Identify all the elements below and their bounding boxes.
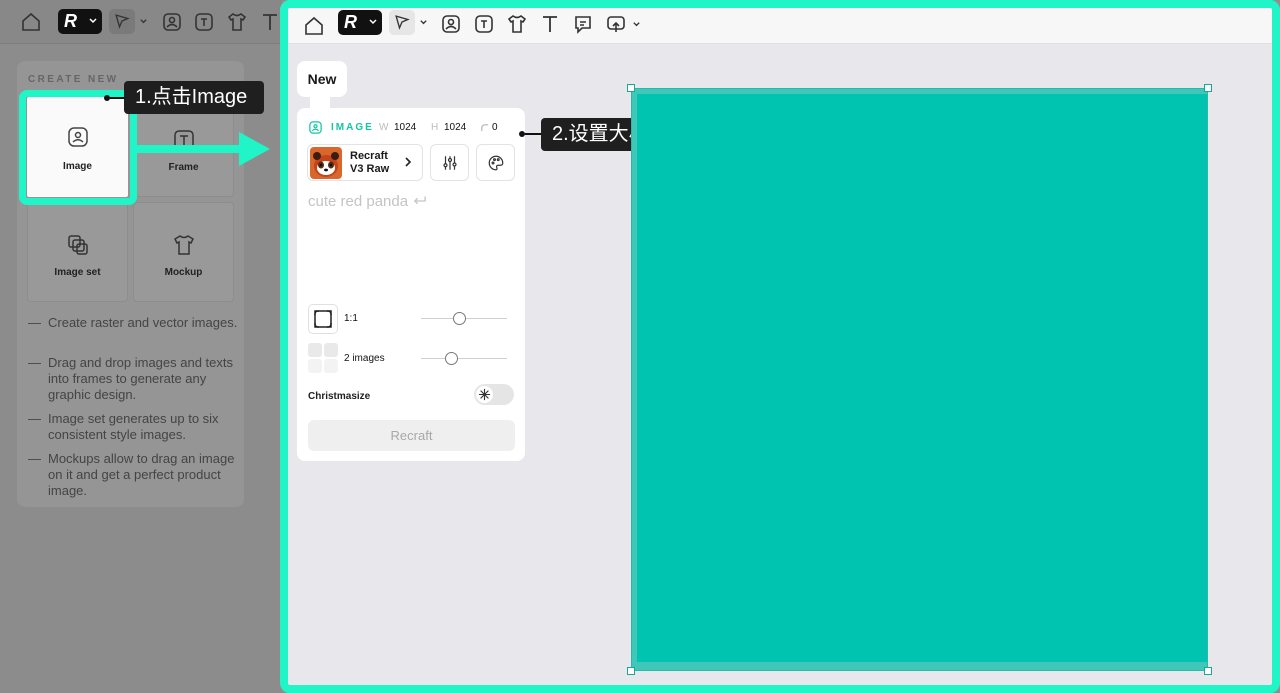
text-icon[interactable] [538,12,562,36]
toggle-knob [476,386,493,403]
callout-pointer-line [525,133,542,135]
christmasize-label: Christmasize [308,391,371,402]
chevron-down-icon[interactable] [632,20,641,29]
frame-icon[interactable] [192,10,216,34]
image-count-icon [308,343,338,373]
corner-radius-icon [481,124,489,132]
selection-box [631,88,1208,671]
image-tile[interactable]: Image [27,97,128,197]
slider-knob[interactable] [453,312,467,325]
mockup-icon[interactable] [505,12,529,36]
arrow-shaft [135,145,245,153]
corner-radius-input[interactable]: 0 [492,122,498,133]
height-input[interactable]: 1024 [444,122,466,133]
image-count-label: 2 images [344,353,385,364]
image-set-icon [68,235,88,255]
create-new-header: CREATE NEW [28,74,119,85]
prompt-placeholder: cute red panda [308,193,409,210]
right-app-frame: R New IMAGE W 1024 H 1024 0 Recraft V3 R… [280,0,1280,693]
chevron-down-icon[interactable] [419,18,428,27]
resize-handle[interactable] [627,84,635,92]
christmasize-toggle[interactable] [474,384,514,405]
logo-letter: R [64,11,77,31]
tip-dash: — [28,451,41,466]
frame-icon[interactable] [472,12,496,36]
logo-menu-button[interactable]: R [338,10,382,35]
comment-icon[interactable] [571,12,595,36]
pointer-tool-button[interactable] [389,10,415,35]
home-icon[interactable] [19,10,43,34]
palette-icon [488,155,504,171]
top-toolbar: R [288,8,1272,44]
image-generator-panel: IMAGE W 1024 H 1024 0 Recraft V3 Raw cut… [297,108,525,461]
home-icon[interactable] [302,14,326,38]
image-settings-row: IMAGE W 1024 H 1024 0 [308,120,518,136]
mockup-icon[interactable] [225,10,249,34]
image-icon [68,127,88,147]
model-selector-button[interactable]: Recraft V3 Raw [307,144,423,181]
aspect-ratio-slider[interactable] [421,312,507,325]
recraft-button[interactable]: Recraft [308,420,515,451]
mockup-tile-label: Mockup [164,267,203,278]
new-tab[interactable]: New [297,61,347,97]
callout-pointer-line [110,97,124,99]
export-icon[interactable] [604,12,628,36]
image-icon [309,121,322,134]
text-icon[interactable] [258,10,282,34]
logo-letter: R [344,12,357,32]
aspect-ratio-icon[interactable] [308,304,338,334]
aspect-ratio-label: 1:1 [344,313,358,324]
tip-dash: — [28,315,41,330]
settings-sliders-button[interactable] [430,144,469,181]
width-input[interactable]: 1024 [394,122,416,133]
height-label: H [431,122,439,133]
image-set-tile-label: Image set [54,267,101,278]
image-set-tile[interactable]: Image set [27,202,128,302]
tip-text: Drag and drop images and texts into fram… [48,355,233,402]
pointer-tool-button[interactable] [109,9,135,34]
model-name: Recraft V3 Raw [350,150,390,175]
resize-handle[interactable] [627,667,635,675]
tshirt-icon [174,235,194,255]
style-palette-button[interactable] [476,144,515,181]
width-label: W [379,122,389,133]
enter-icon [414,196,427,205]
image-type-label: IMAGE [331,122,374,133]
red-panda-thumbnail [310,147,342,179]
logo-menu-button[interactable]: R [58,9,102,34]
slider-knob[interactable] [444,352,458,365]
image-count-slider[interactable] [421,352,507,365]
sliders-icon [443,156,457,170]
image-icon[interactable] [160,10,184,34]
chevron-down-icon[interactable] [139,17,148,26]
prompt-input[interactable]: cute red panda [308,193,427,210]
step1-callout: 1.点击Image [124,81,264,114]
image-tile-label: Image [63,161,92,172]
resize-handle[interactable] [1204,84,1212,92]
tip-text: Mockups allow to drag an image on it and… [48,451,235,498]
tip-dash: — [28,411,41,426]
chevron-right-icon [405,157,412,167]
arrow-right-icon [239,132,270,166]
snowflake-icon [478,388,491,401]
tip-text: Create raster and vector images. [48,315,238,330]
resize-handle[interactable] [1204,667,1212,675]
image-icon[interactable] [439,12,463,36]
tip-dash: — [28,355,41,370]
tip-text: Image set generates up to six consistent… [48,411,219,442]
left-toolbar: R [0,0,282,44]
mockup-tile[interactable]: Mockup [133,202,234,302]
frame-tile-label: Frame [168,162,199,173]
